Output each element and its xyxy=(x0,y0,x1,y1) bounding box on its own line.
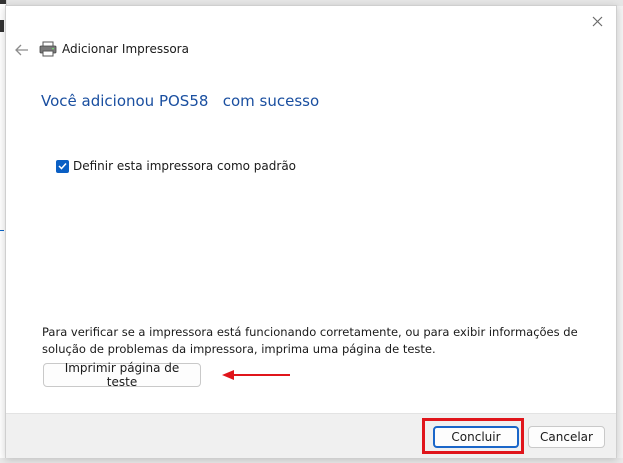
dialog-footer xyxy=(6,413,616,458)
add-printer-dialog: Adicionar Impressora Você adicionou POS5… xyxy=(5,5,617,458)
background-accent xyxy=(0,230,4,231)
check-icon xyxy=(58,162,67,170)
default-printer-checkbox-row[interactable]: Definir esta impressora como padrão xyxy=(56,159,296,173)
printer-icon xyxy=(39,41,57,57)
test-page-info-text: Para verificar se a impressora está func… xyxy=(42,325,578,356)
finish-button[interactable]: Concluir xyxy=(433,426,519,448)
back-arrow-icon xyxy=(15,44,28,56)
back-button[interactable] xyxy=(12,40,32,60)
default-printer-label: Definir esta impressora como padrão xyxy=(73,159,297,173)
default-printer-checkbox[interactable] xyxy=(56,159,69,173)
success-heading: Você adicionou POS58 com sucesso xyxy=(41,92,320,110)
background-window-bottom xyxy=(0,458,623,463)
dialog-content: Adicionar Impressora Você adicionou POS5… xyxy=(6,6,616,413)
close-button[interactable] xyxy=(584,10,610,32)
cancel-button[interactable]: Cancelar xyxy=(528,426,605,448)
dialog-title: Adicionar Impressora xyxy=(62,42,189,56)
close-icon xyxy=(592,16,602,26)
annotation-arrow-icon xyxy=(222,370,290,380)
print-test-page-button[interactable]: Imprimir página de teste xyxy=(43,361,201,389)
